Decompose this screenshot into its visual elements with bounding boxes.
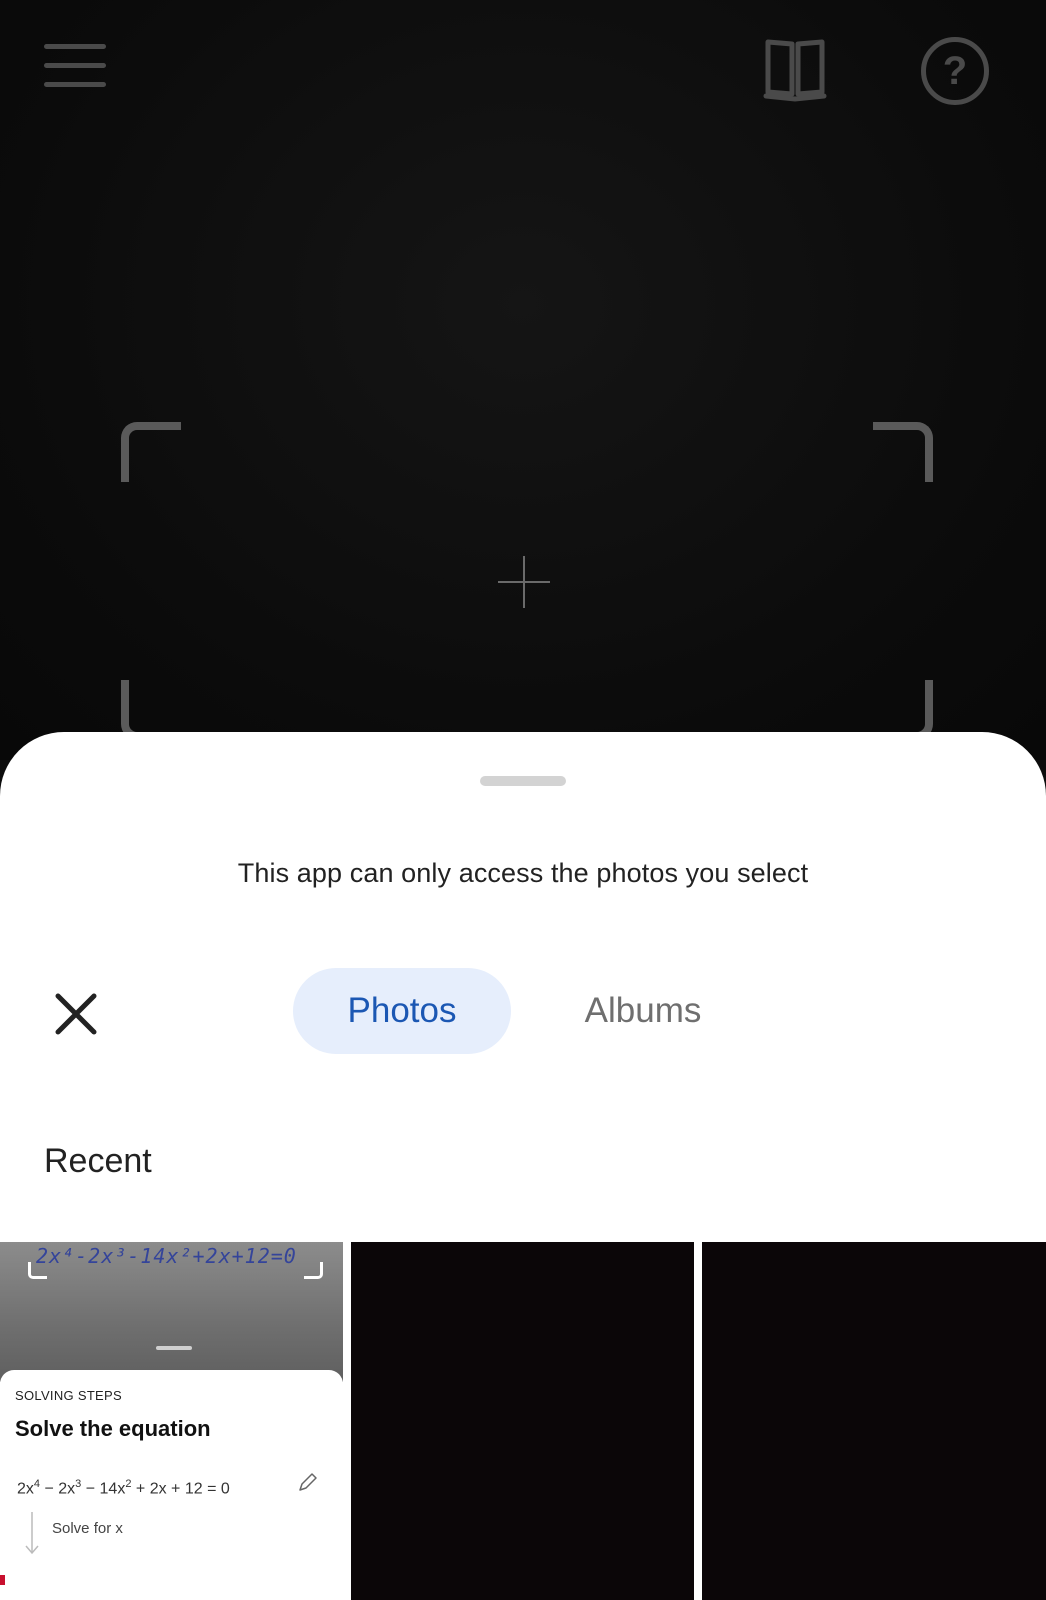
help-glyph: ? — [942, 48, 968, 93]
hamburger-menu-icon[interactable] — [40, 42, 110, 92]
math-term: 2x — [17, 1480, 34, 1498]
thumbnail-equation: 2x4 − 2x3 − 14x2 + 2x + 12 = 0 — [17, 1478, 230, 1498]
crosshair-icon — [498, 556, 550, 608]
thumbnail-handle — [156, 1346, 192, 1350]
thumbnail-frame-corner — [28, 1262, 47, 1279]
math-term: − 2x — [40, 1480, 76, 1498]
drag-handle[interactable] — [480, 776, 566, 786]
thumbnail-card-label: SOLVING STEPS — [15, 1388, 122, 1403]
section-title-recent: Recent — [44, 1142, 152, 1180]
close-icon[interactable] — [50, 988, 102, 1040]
menu-bar-middle — [44, 63, 106, 68]
menu-bar-bottom — [44, 82, 106, 87]
thumbnail-equation-strip: 2x⁴-2x³-14x²+2x+12=0 — [36, 1244, 297, 1268]
arrow-down-icon — [25, 1512, 39, 1555]
math-term: + 2x + 12 = 0 — [131, 1480, 230, 1498]
camera-viewfinder: ? — [0, 0, 1046, 760]
help-circle-icon[interactable]: ? — [921, 37, 989, 105]
thumbnail-camera-preview: 2x⁴-2x³-14x²+2x+12=0 — [0, 1242, 343, 1382]
thumbnail-solve-label: Solve for x — [52, 1520, 123, 1537]
thumbnail-solution-card: SOLVING STEPS Solve the equation 2x4 − 2… — [0, 1370, 343, 1600]
photo-picker-sheet: This app can only access the photos you … — [0, 732, 1046, 1600]
tab-photos[interactable]: Photos — [293, 968, 511, 1054]
open-book-icon[interactable] — [762, 34, 828, 102]
access-notice: This app can only access the photos you … — [237, 858, 809, 888]
scan-frame-corner-bottom-left — [121, 680, 181, 740]
pencil-icon — [299, 1473, 317, 1491]
tab-albums-label: Albums — [584, 991, 702, 1030]
scan-frame-corner-bottom-right — [873, 680, 933, 740]
math-term: − 14x — [81, 1480, 126, 1498]
photo-thumbnail[interactable]: 2x⁴-2x³-14x²+2x+12=0 SOLVING STEPS Solve… — [0, 1242, 343, 1600]
thumbnail-frame-corner — [304, 1262, 323, 1279]
thumbnail-card-heading: Solve the equation — [15, 1416, 211, 1441]
tab-photos-label: Photos — [347, 991, 457, 1030]
photo-thumbnail[interactable] — [702, 1242, 1046, 1600]
thumbnail-red-marker — [0, 1575, 5, 1585]
scan-frame-corner-top-right — [873, 422, 933, 482]
scan-frame-corner-top-left — [121, 422, 181, 482]
photo-thumbnail[interactable] — [351, 1242, 694, 1600]
tab-albums[interactable]: Albums — [560, 968, 726, 1054]
menu-bar-top — [44, 44, 106, 49]
